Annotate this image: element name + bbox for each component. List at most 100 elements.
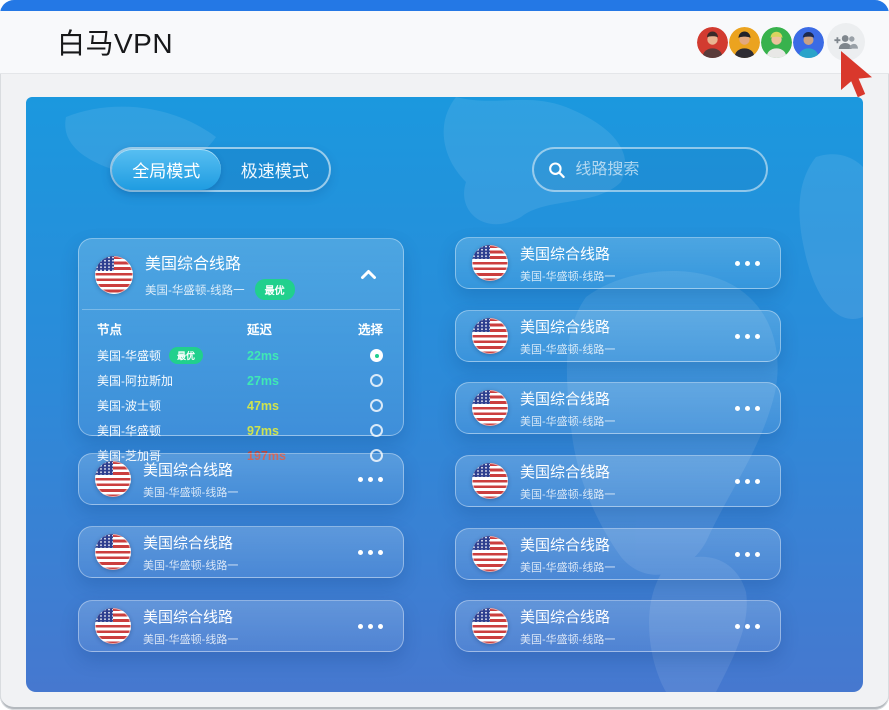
line-card[interactable]: 美国综合线路 美国-华盛顿-线路一 bbox=[455, 382, 781, 434]
more-icon[interactable] bbox=[735, 400, 760, 417]
more-icon[interactable] bbox=[358, 544, 383, 561]
line-title: 美国综合线路 bbox=[145, 256, 242, 273]
line-title: 美国综合线路 bbox=[143, 461, 234, 479]
radio[interactable] bbox=[370, 349, 383, 362]
window-title-bar bbox=[0, 0, 889, 11]
line-title: 美国综合线路 bbox=[520, 608, 611, 626]
us-flag-icon bbox=[472, 463, 508, 499]
best-badge: 最优 bbox=[254, 279, 295, 300]
app-window: 白马VPN 全局模式 极速模式 线路搜索 美国综合线路 美国-华盛顿-线路一 最… bbox=[0, 0, 889, 710]
us-flag-icon bbox=[472, 608, 508, 644]
line-title: 美国综合线路 bbox=[520, 318, 611, 336]
card-text: 美国综合线路 美国-华盛顿-线路一 bbox=[143, 459, 238, 500]
line-title: 美国综合线路 bbox=[520, 390, 611, 408]
card-text: 美国综合线路 美国-华盛顿-线路一 bbox=[520, 606, 615, 647]
tab-speed-mode[interactable]: 极速模式 bbox=[221, 149, 330, 190]
tab-global-mode[interactable]: 全局模式 bbox=[112, 149, 221, 190]
more-icon[interactable] bbox=[735, 473, 760, 490]
node-row[interactable]: 美国-波士顿 47ms bbox=[97, 393, 383, 418]
line-subtitle: 美国-华盛顿-线路一 bbox=[520, 488, 616, 501]
line-card[interactable]: 美国综合线路 美国-华盛顿-线路一 bbox=[78, 526, 404, 578]
user-avatar[interactable] bbox=[697, 26, 728, 58]
card-text: 美国综合线路 美国-华盛顿-线路一 bbox=[143, 606, 238, 647]
search-icon bbox=[549, 161, 565, 178]
expanded-card-header[interactable]: 美国综合线路 美国-华盛顿-线路一 最优 bbox=[79, 239, 403, 309]
user-avatar[interactable] bbox=[729, 26, 760, 58]
us-flag-icon bbox=[95, 256, 133, 294]
column-select: 选择 bbox=[357, 323, 383, 337]
latency-value: 97ms bbox=[247, 423, 279, 438]
more-icon[interactable] bbox=[358, 618, 383, 635]
line-subtitle: 美国-华盛顿-线路一 bbox=[143, 633, 239, 646]
line-title: 美国综合线路 bbox=[520, 463, 611, 481]
line-subtitle: 美国-华盛顿-线路一 bbox=[520, 343, 616, 356]
line-subtitle: 美国-华盛顿-线路一 bbox=[520, 633, 616, 646]
line-title: 美国综合线路 bbox=[143, 608, 234, 626]
line-subtitle: 美国-华盛顿-线路一 bbox=[520, 270, 616, 283]
more-icon[interactable] bbox=[735, 328, 760, 345]
card-text: 美国综合线路 美国-华盛顿-线路一 bbox=[520, 243, 615, 284]
card-text: 美国综合线路 美国-华盛顿-线路一 bbox=[520, 388, 615, 429]
line-subtitle: 美国-华盛顿-线路一 bbox=[145, 284, 245, 297]
best-badge: 最优 bbox=[169, 347, 204, 364]
more-icon[interactable] bbox=[735, 618, 760, 635]
line-title: 美国综合线路 bbox=[143, 534, 234, 552]
line-subtitle: 美国-华盛顿-线路一 bbox=[143, 486, 239, 499]
line-card[interactable]: 美国综合线路 美国-华盛顿-线路一 bbox=[455, 310, 781, 362]
node-table: 节点 延迟 选择 美国-华盛顿 最优 22ms 美国-阿拉斯加 27ms 美国-波… bbox=[79, 310, 403, 468]
line-search-box[interactable] bbox=[532, 147, 768, 192]
node-name: 美国-波士顿 bbox=[97, 399, 161, 413]
us-flag-icon bbox=[472, 390, 508, 426]
us-flag-icon bbox=[472, 536, 508, 572]
node-name: 美国-华盛顿 bbox=[97, 349, 161, 363]
node-row[interactable]: 美国-华盛顿 最优 22ms bbox=[97, 343, 383, 368]
line-card[interactable]: 美国综合线路 美国-华盛顿-线路一 bbox=[78, 453, 404, 505]
line-subtitle: 美国-华盛顿-线路一 bbox=[520, 415, 616, 428]
latency-value: 47ms bbox=[247, 398, 279, 413]
line-title: 美国综合线路 bbox=[520, 245, 611, 263]
us-flag-icon bbox=[95, 534, 131, 570]
user-avatar[interactable] bbox=[793, 26, 824, 58]
node-row[interactable]: 美国-阿拉斯加 27ms bbox=[97, 368, 383, 393]
node-name: 美国-阿拉斯加 bbox=[97, 374, 173, 388]
card-text: 美国综合线路 美国-华盛顿-线路一 bbox=[520, 534, 615, 575]
line-card[interactable]: 美国综合线路 美国-华盛顿-线路一 bbox=[455, 528, 781, 580]
cursor-pointer bbox=[838, 50, 882, 111]
line-card-expanded: 美国综合线路 美国-华盛顿-线路一 最优 节点 延迟 选择 美国-华盛顿 最优 … bbox=[78, 238, 404, 463]
more-icon[interactable] bbox=[358, 471, 383, 488]
radio[interactable] bbox=[370, 374, 383, 387]
line-card[interactable]: 美国综合线路 美国-华盛顿-线路一 bbox=[78, 600, 404, 652]
chevron-up-icon bbox=[361, 269, 376, 279]
latency-value: 27ms bbox=[247, 373, 279, 388]
search-input[interactable] bbox=[575, 160, 752, 179]
collapse-button[interactable] bbox=[356, 264, 381, 287]
column-latency: 延迟 bbox=[247, 323, 273, 337]
us-flag-icon bbox=[95, 608, 131, 644]
radio[interactable] bbox=[370, 424, 383, 437]
line-subtitle: 美国-华盛顿-线路一 bbox=[143, 559, 239, 572]
line-title: 美国综合线路 bbox=[520, 536, 611, 554]
us-flag-icon bbox=[95, 461, 131, 497]
person-plus-icon bbox=[834, 35, 858, 49]
app-title: 白马VPN bbox=[57, 28, 174, 59]
main-panel: 全局模式 极速模式 美国综合线路 美国-华盛顿-线路一 最优 bbox=[26, 97, 863, 692]
radio[interactable] bbox=[370, 399, 383, 412]
user-avatar[interactable] bbox=[761, 26, 792, 58]
line-card[interactable]: 美国综合线路 美国-华盛顿-线路一 bbox=[455, 237, 781, 289]
line-subtitle: 美国-华盛顿-线路一 bbox=[520, 561, 616, 574]
us-flag-icon bbox=[472, 318, 508, 354]
mode-tab-group: 全局模式 极速模式 bbox=[110, 147, 331, 192]
more-icon[interactable] bbox=[735, 255, 760, 272]
card-text: 美国综合线路 美国-华盛顿-线路一 bbox=[143, 532, 238, 573]
app-header: 白马VPN bbox=[0, 11, 889, 74]
more-icon[interactable] bbox=[735, 546, 760, 563]
line-card[interactable]: 美国综合线路 美国-华盛顿-线路一 bbox=[455, 600, 781, 652]
column-node: 节点 bbox=[97, 323, 123, 337]
node-name: 美国-华盛顿 bbox=[97, 424, 161, 438]
node-table-header: 节点 延迟 选择 bbox=[97, 314, 383, 343]
line-card[interactable]: 美国综合线路 美国-华盛顿-线路一 bbox=[455, 455, 781, 507]
latency-value: 22ms bbox=[247, 348, 279, 363]
node-row[interactable]: 美国-华盛顿 97ms bbox=[97, 418, 383, 443]
us-flag-icon bbox=[472, 245, 508, 281]
card-text: 美国综合线路 美国-华盛顿-线路一 bbox=[520, 316, 615, 357]
